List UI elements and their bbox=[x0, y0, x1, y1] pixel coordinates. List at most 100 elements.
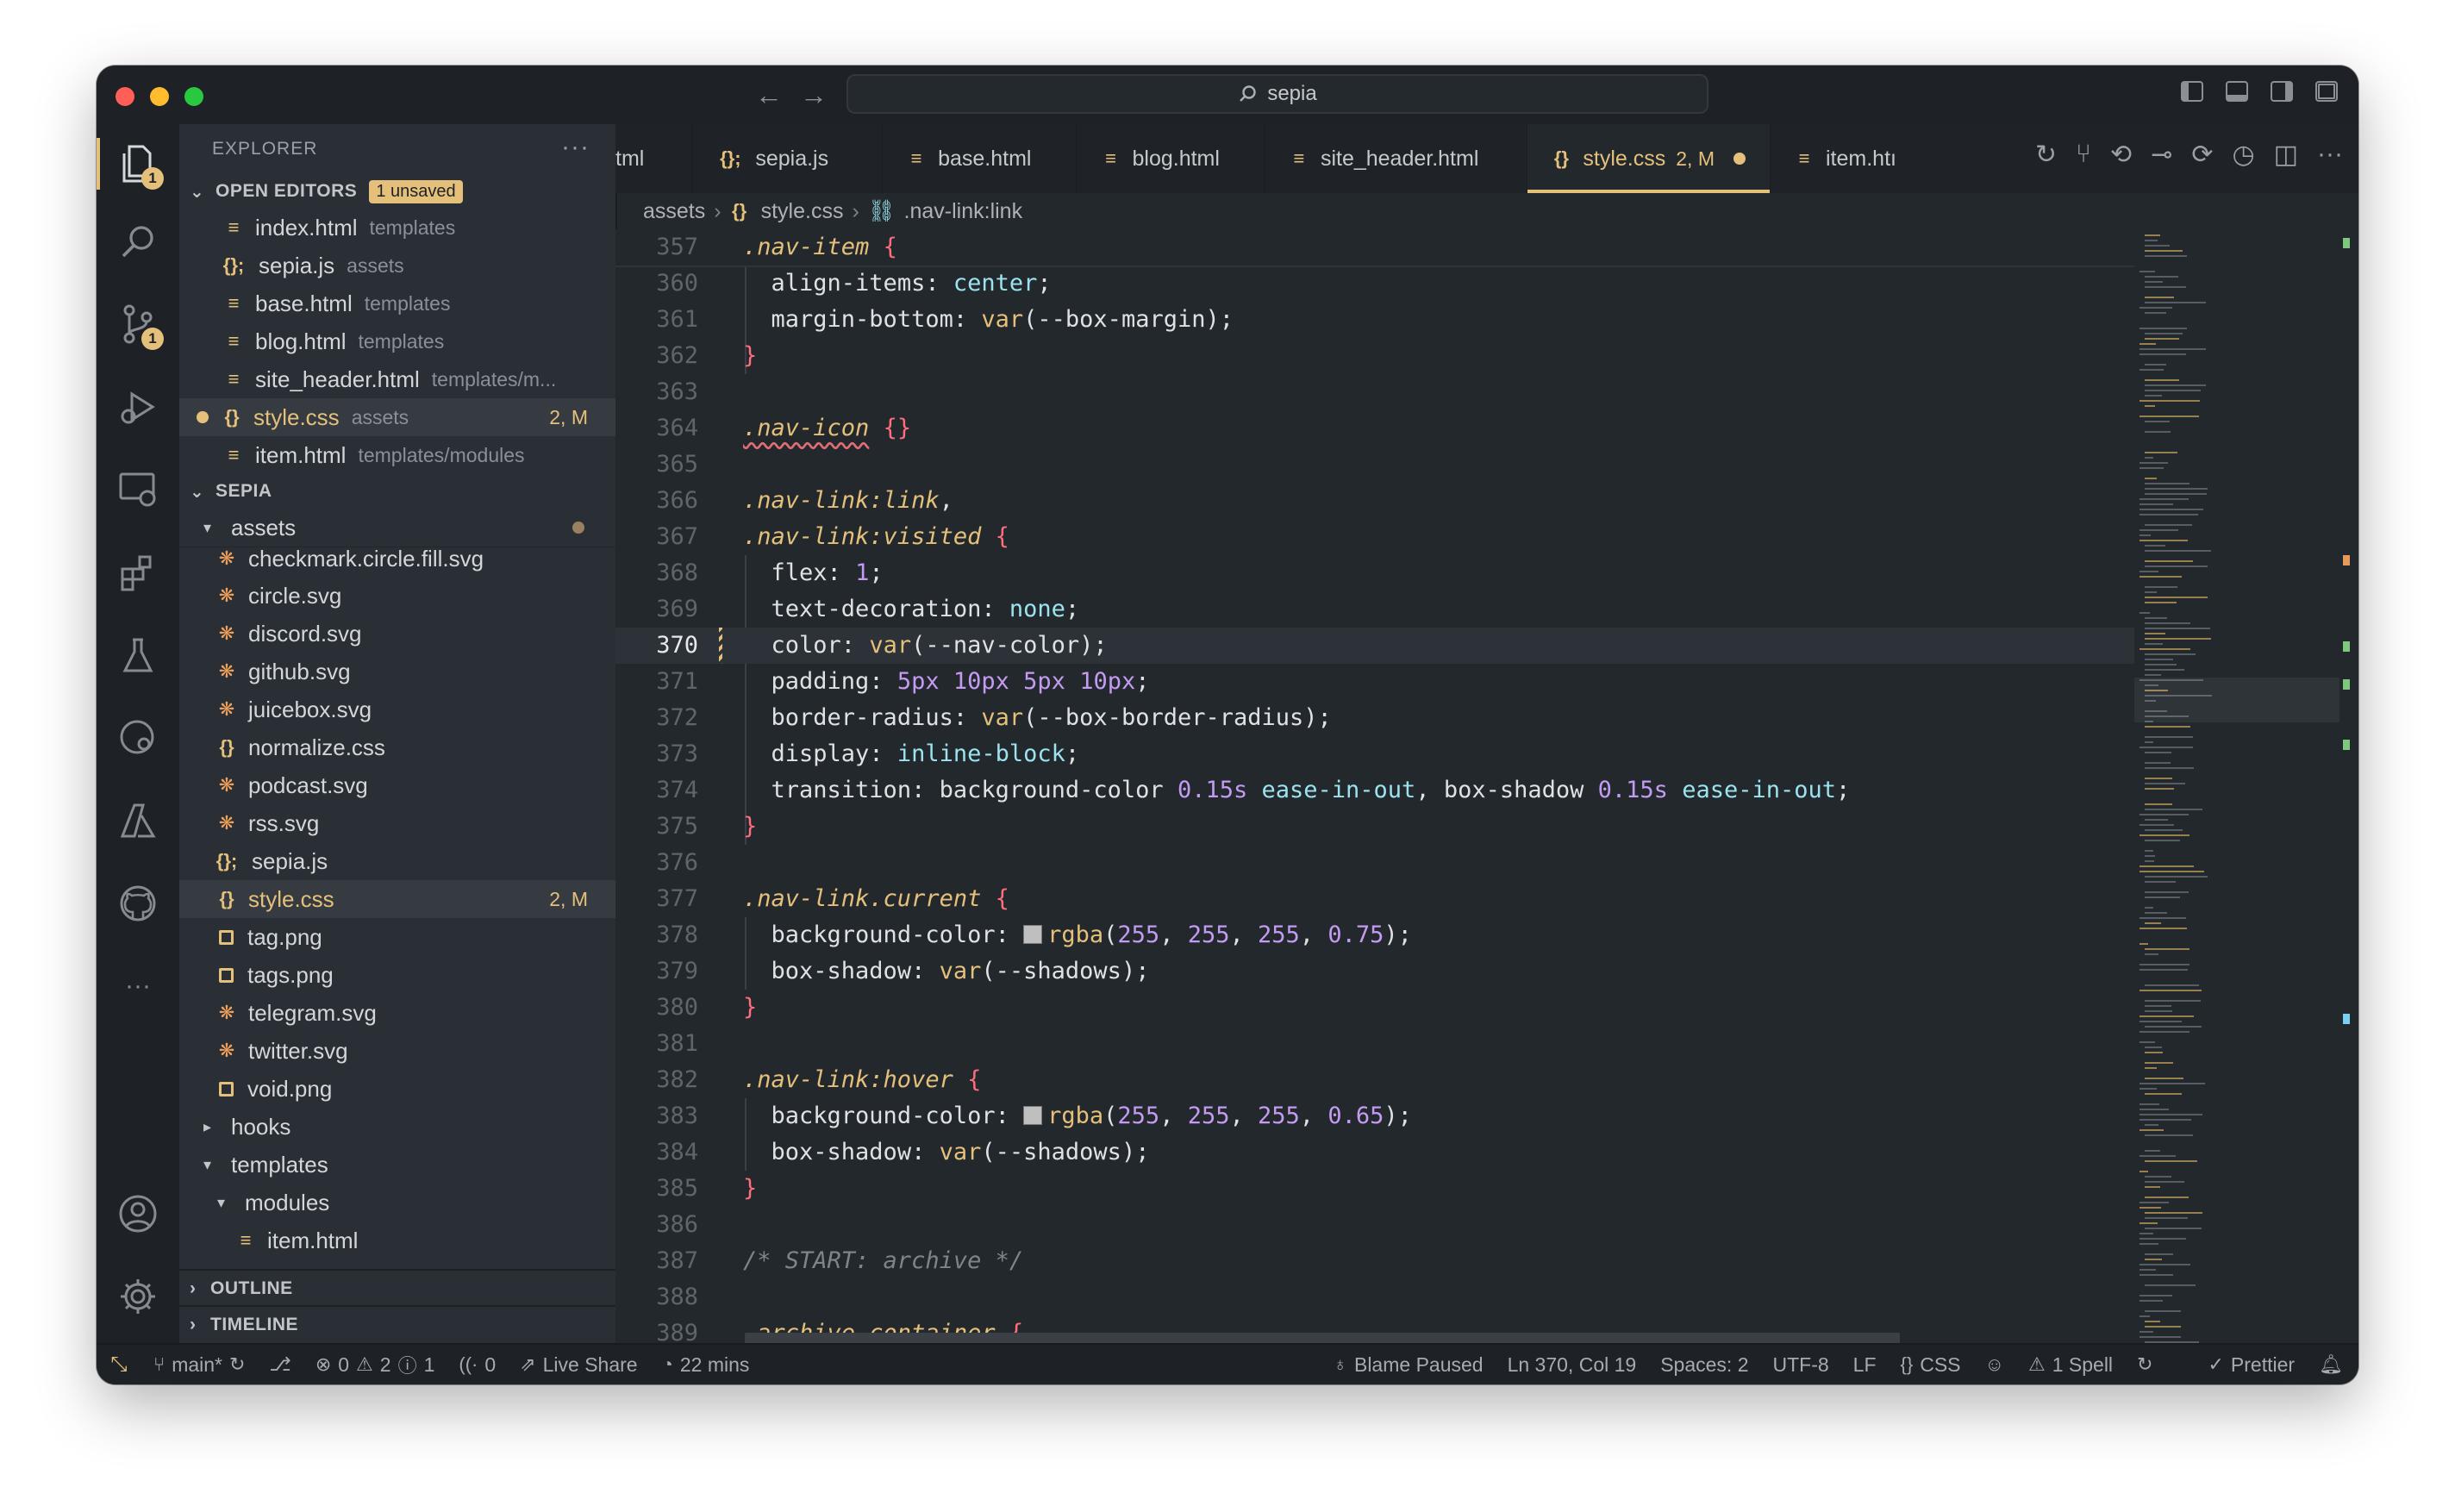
toggle-secondary-sidebar-icon[interactable] bbox=[2271, 81, 2293, 102]
code-line[interactable]: 380} bbox=[615, 990, 2134, 1026]
folder-templates[interactable]: ▾ templates bbox=[179, 1146, 615, 1184]
remote-indicator-icon[interactable]: ⤡ bbox=[97, 1345, 141, 1384]
open-editor-item-active[interactable]: {} style.css assets 2, M bbox=[179, 398, 615, 436]
open-editors-section[interactable]: ⌄ OPEN EDITORS 1 unsaved bbox=[179, 174, 615, 209]
manage-activity[interactable] bbox=[97, 1262, 179, 1331]
code-editor[interactable]: 357 .nav-item {360 align-items: center; 36… bbox=[615, 229, 2134, 1345]
blame-status[interactable]: ♁ Blame Paused bbox=[1333, 1353, 1483, 1377]
code-line[interactable]: 381 bbox=[615, 1026, 2134, 1062]
code-line[interactable]: 382 .nav-link:hover { bbox=[615, 1062, 2134, 1098]
accounts-activity[interactable] bbox=[97, 1179, 179, 1248]
open-editor-item[interactable]: ≡ item.html templates/modules bbox=[179, 436, 615, 474]
file-item[interactable]: ❋ twitter.svg bbox=[179, 1032, 615, 1070]
split-editor-icon[interactable]: ◫ bbox=[2274, 140, 2298, 170]
code-line[interactable]: 373 display: inline-block; bbox=[615, 736, 2134, 772]
prettier-status[interactable]: ✓ Prettier bbox=[2208, 1353, 2295, 1377]
zoom-window-button[interactable] bbox=[184, 87, 203, 106]
ports-status[interactable]: ((· 0 bbox=[459, 1353, 496, 1377]
code-line[interactable]: 367 .nav-link:visited { bbox=[615, 519, 2134, 555]
commit-icon[interactable]: ⊸ bbox=[2151, 140, 2172, 170]
file-item-active[interactable]: {} style.css 2, M bbox=[179, 880, 615, 918]
forward-button[interactable]: → bbox=[800, 78, 828, 112]
code-line[interactable]: 368 flex: 1; bbox=[615, 555, 2134, 591]
tab-item-html[interactable]: ≡ item.htı bbox=[1771, 124, 1902, 193]
tab-base-html[interactable]: ≡ base.html bbox=[883, 124, 1078, 193]
gitlens-activity[interactable] bbox=[97, 703, 179, 772]
extensions-activity[interactable] bbox=[97, 538, 179, 607]
code-line[interactable]: 376 bbox=[615, 845, 2134, 881]
open-editor-item[interactable]: ≡ site_header.html templates/m... bbox=[179, 360, 615, 398]
time-tracker-status[interactable]: ◔ 22 mins bbox=[662, 1353, 750, 1377]
tab-index-html[interactable]: tml bbox=[615, 124, 694, 193]
code-line[interactable]: 388 bbox=[615, 1279, 2134, 1315]
open-editor-item[interactable]: ≡ blog.html templates bbox=[179, 322, 615, 360]
code-line[interactable]: 362} bbox=[615, 338, 2134, 374]
testing-activity[interactable] bbox=[97, 621, 179, 690]
tab-site-header-html[interactable]: ≡ site_header.html bbox=[1265, 124, 1528, 193]
toggle-panel-icon[interactable] bbox=[2226, 81, 2248, 102]
code-line[interactable]: 370 color: var(--nav-color); bbox=[615, 628, 2134, 664]
eol-status[interactable]: LF bbox=[1853, 1353, 1877, 1377]
next-change-icon[interactable]: ⟳ bbox=[2191, 140, 2213, 170]
cursor-position-status[interactable]: Ln 370, Col 19 bbox=[1508, 1353, 1637, 1377]
timeline-section[interactable]: › TIMELINE bbox=[179, 1305, 615, 1343]
file-item[interactable]: {}; sepia.js bbox=[179, 842, 615, 880]
code-line[interactable]: 369 text-decoration: none; bbox=[615, 591, 2134, 628]
folder-modules[interactable]: ▾ modules bbox=[179, 1184, 615, 1221]
branch-status[interactable]: ⑂ main* ↻ bbox=[153, 1353, 245, 1377]
language-status[interactable]: {} CSS bbox=[1901, 1353, 1961, 1377]
folder-hooks[interactable]: ▸ hooks bbox=[179, 1108, 615, 1146]
open-editor-item[interactable]: {}; sepia.js assets bbox=[179, 247, 615, 284]
encoding-status[interactable]: UTF-8 bbox=[1773, 1353, 1829, 1377]
spell-status[interactable]: ⚠ 1 Spell bbox=[2028, 1353, 2113, 1377]
open-editor-item[interactable]: ≡ base.html templates bbox=[179, 284, 615, 322]
code-line[interactable]: 377 .nav-link.current { bbox=[615, 881, 2134, 917]
indentation-status[interactable]: Spaces: 2 bbox=[1660, 1353, 1748, 1377]
file-item[interactable]: void.png bbox=[179, 1070, 615, 1108]
code-line[interactable]: 375} bbox=[615, 809, 2134, 845]
code-line[interactable]: 372 border-radius: var(--box-border-radi… bbox=[615, 700, 2134, 736]
code-line[interactable]: 366 .nav-link:link, bbox=[615, 483, 2134, 519]
file-item[interactable]: ❋ github.svg bbox=[179, 653, 615, 690]
file-item[interactable]: {} normalize.css bbox=[179, 728, 615, 766]
code-line[interactable]: 365 bbox=[615, 447, 2134, 483]
refresh-icon[interactable]: ↻ bbox=[2035, 140, 2057, 170]
file-item[interactable]: ❋ discord.svg bbox=[179, 615, 615, 653]
minimap-viewport[interactable] bbox=[2134, 678, 2339, 722]
project-section[interactable]: ⌄ SEPIA bbox=[179, 474, 615, 509]
file-item[interactable]: ❋ checkmark.circle.fill.svg bbox=[179, 540, 615, 577]
sync-status[interactable]: ↻ bbox=[2137, 1353, 2152, 1376]
file-item[interactable]: ❋ rss.svg bbox=[179, 804, 615, 842]
file-item[interactable]: ❋ juicebox.svg bbox=[179, 690, 615, 728]
code-line[interactable]: 385} bbox=[615, 1171, 2134, 1207]
azure-activity[interactable] bbox=[97, 786, 179, 855]
compare-changes-icon[interactable]: ⑂ bbox=[2076, 140, 2091, 170]
close-window-button[interactable] bbox=[116, 87, 134, 106]
file-item[interactable]: ❋ podcast.svg bbox=[179, 766, 615, 804]
breadcrumb-folder[interactable]: assets bbox=[643, 199, 705, 224]
color-swatch[interactable] bbox=[1023, 1105, 1043, 1125]
explorer-more-icon[interactable]: ··· bbox=[561, 133, 590, 162]
copilot-status[interactable]: ☺ bbox=[1985, 1353, 2004, 1376]
code-line[interactable]: 364 .nav-icon {} bbox=[615, 410, 2134, 447]
code-line[interactable]: 374 transition: background-color 0.15s e… bbox=[615, 772, 2134, 809]
breadcrumb-symbol[interactable]: .nav-link:link bbox=[904, 199, 1023, 224]
tab-sepia-js[interactable]: {}; sepia.js bbox=[693, 124, 884, 193]
code-line[interactable]: 379 box-shadow: var(--shadows); bbox=[615, 953, 2134, 990]
code-line[interactable]: 383 background-color: rgba(255, 255, 255… bbox=[615, 1098, 2134, 1134]
file-item[interactable]: tag.png bbox=[179, 918, 615, 956]
tab-blog-html[interactable]: ≡ blog.html bbox=[1077, 124, 1265, 193]
minimap[interactable] bbox=[2134, 229, 2358, 1345]
problems-status[interactable]: ⊗ 0 ⚠ 2 ⓘ 1 bbox=[315, 1351, 435, 1378]
code-line[interactable]: 371 padding: 5px 10px 5px 10px; bbox=[615, 664, 2134, 700]
search-activity[interactable] bbox=[97, 207, 179, 276]
publish-status[interactable]: ⎇ bbox=[269, 1353, 290, 1376]
toggle-primary-sidebar-icon[interactable] bbox=[2181, 81, 2203, 102]
more-activities-icon[interactable]: ··· bbox=[97, 952, 179, 1021]
customize-layout-icon[interactable] bbox=[2315, 81, 2338, 102]
file-item[interactable]: ❋ circle.svg bbox=[179, 577, 615, 615]
breadcrumb-file[interactable]: style.css bbox=[761, 199, 844, 224]
previous-change-icon[interactable]: ⟲ bbox=[2110, 140, 2132, 170]
back-button[interactable]: ← bbox=[755, 78, 783, 112]
file-item[interactable]: ≡ item.html bbox=[179, 1221, 615, 1259]
